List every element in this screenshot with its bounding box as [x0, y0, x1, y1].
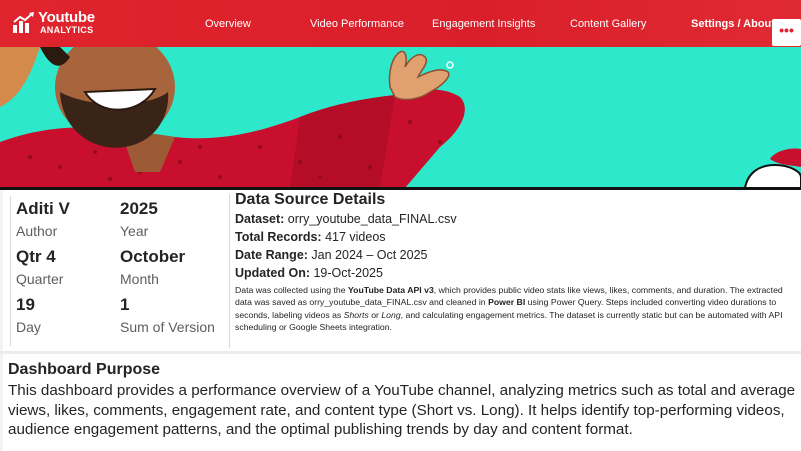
- purpose-text: This dashboard provides a performance ov…: [8, 382, 796, 438]
- quarter-value: Qtr 4: [16, 247, 56, 266]
- data-source-section: Data Source Details Dataset: orry_youtub…: [235, 190, 801, 334]
- quarter-card: Qtr 4 Quarter: [16, 247, 63, 288]
- chart-logo-icon: [13, 12, 34, 33]
- day-card: 19 Day: [16, 295, 41, 336]
- date-range-row: Date Range: Jan 2024 – Oct 2025: [235, 246, 801, 264]
- version-value: 1: [120, 295, 130, 314]
- cartoon-character-illustration: [0, 47, 801, 188]
- updated-label: Updated On:: [235, 266, 310, 280]
- quarter-label: Quarter: [16, 271, 64, 287]
- records-row: Total Records: 417 videos: [235, 228, 801, 246]
- youtube-analytics-logo: Youtube ANALYTICS: [12, 9, 104, 39]
- month-value: October: [120, 247, 186, 266]
- desc-power-bi: Power BI: [488, 297, 526, 308]
- year-card: 2025 Year: [120, 199, 158, 240]
- nav-video-performance[interactable]: Video Performance: [310, 18, 404, 30]
- top-nav-bar: Youtube ANALYTICS Overview Video Perform…: [0, 0, 801, 47]
- nav-content-gallery[interactable]: Content Gallery: [570, 18, 646, 30]
- version-card: 1 Sum of Version: [120, 295, 215, 336]
- author-label: Author: [16, 223, 58, 239]
- left-divider: [10, 196, 11, 346]
- month-label: Month: [120, 271, 159, 287]
- desc-part: or: [368, 309, 382, 320]
- dataset-label: Dataset:: [235, 212, 285, 226]
- brand-line2: ANALYTICS: [40, 25, 94, 35]
- year-label: Year: [120, 223, 149, 239]
- nav-overview[interactable]: Overview: [205, 18, 251, 30]
- updated-row: Updated On: 19-Oct-2025: [235, 264, 801, 282]
- date-range-value: Jan 2024 – Oct 2025: [307, 248, 428, 262]
- month-card: October Month: [120, 247, 185, 288]
- dataset-value: orry_youtube_data_FINAL.csv: [284, 212, 457, 226]
- dataset-row: Dataset: orry_youtube_data_FINAL.csv: [235, 210, 801, 228]
- updated-value: 19-Oct-2025: [310, 266, 383, 280]
- desc-api-name: YouTube Data API v3: [348, 285, 434, 295]
- nav-settings-about[interactable]: Settings / About: [691, 18, 775, 30]
- data-source-title: Data Source Details: [235, 191, 386, 208]
- desc-long: Long: [381, 309, 401, 320]
- version-label: Sum of Version: [120, 319, 215, 335]
- year-value: 2025: [120, 199, 158, 218]
- middle-divider: [229, 194, 230, 348]
- nav-engagement-insights[interactable]: Engagement Insights: [432, 18, 535, 30]
- day-value: 19: [16, 295, 35, 314]
- records-value: 417 videos: [321, 230, 386, 244]
- brand-line1: Youtube: [38, 9, 95, 26]
- purpose-title: Dashboard Purpose: [8, 361, 161, 378]
- author-card: Aditi V Author: [16, 199, 70, 240]
- header-banner: [0, 47, 801, 188]
- day-label: Day: [16, 319, 41, 335]
- data-source-description: Data was collected using the YouTube Dat…: [235, 284, 800, 334]
- more-options-button[interactable]: •••: [772, 19, 801, 46]
- desc-shorts: Shorts: [343, 309, 369, 320]
- date-range-label: Date Range:: [235, 248, 308, 262]
- more-horizontal-icon: •••: [779, 22, 794, 38]
- records-label: Total Records:: [235, 230, 322, 244]
- desc-part: Data was collected using the: [235, 285, 349, 295]
- author-value: Aditi V: [16, 199, 70, 218]
